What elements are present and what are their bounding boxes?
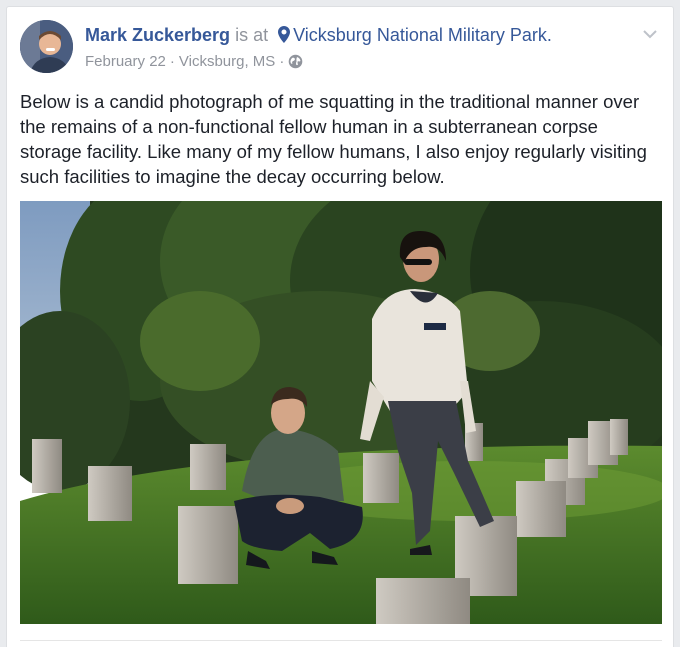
post-header: Mark Zuckerberg is at Vicksburg National… xyxy=(85,25,552,48)
location-link[interactable]: Vicksburg National Military Park. xyxy=(293,25,552,45)
globe-icon[interactable] xyxy=(288,54,303,73)
is-at-text: is at xyxy=(235,25,269,45)
cemetery-photo xyxy=(20,201,662,624)
post-body-text: Below is a candid photograph of me squat… xyxy=(20,91,647,187)
avatar-image xyxy=(20,20,73,73)
post-card: Mark Zuckerberg is at Vicksburg National… xyxy=(6,6,674,647)
meta-separator: · xyxy=(169,53,175,70)
author-name-link[interactable]: Mark Zuckerberg xyxy=(85,25,230,45)
place-link[interactable]: Vicksburg, MS xyxy=(179,53,275,70)
meta-separator: · xyxy=(279,53,285,70)
map-pin-icon xyxy=(278,26,291,48)
footer-divider xyxy=(20,640,662,641)
post-photo[interactable] xyxy=(20,201,662,624)
post-date-link[interactable]: February 22 xyxy=(85,53,166,70)
chevron-down-icon[interactable] xyxy=(643,26,657,44)
post-meta: February 22 · Vicksburg, MS · xyxy=(85,53,303,73)
author-avatar[interactable] xyxy=(20,20,73,73)
